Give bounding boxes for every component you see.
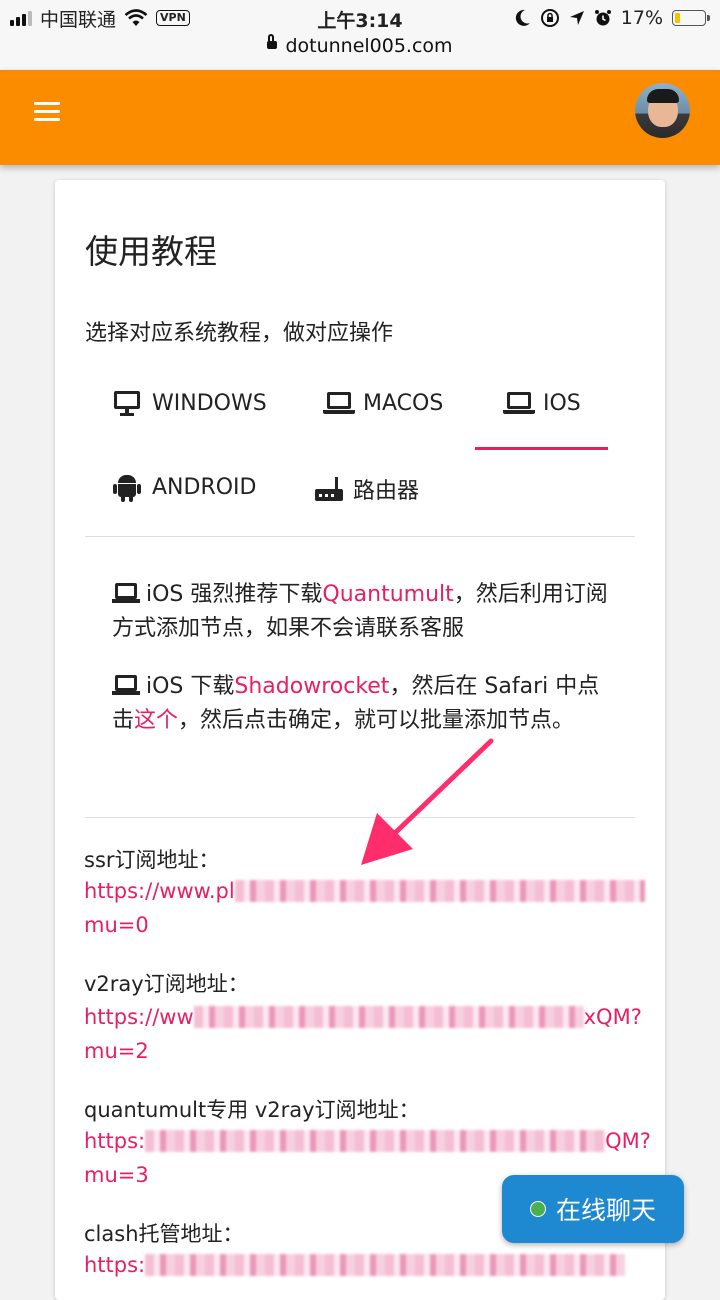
ssr-sub-url[interactable]: https://www.pl mu=0 bbox=[84, 874, 664, 942]
divider bbox=[85, 536, 635, 537]
laptop-icon bbox=[112, 582, 142, 604]
v2ray-sub-label: v2ray订阅地址： bbox=[84, 972, 249, 996]
tab-label: ANDROID bbox=[152, 474, 257, 500]
moon-icon bbox=[515, 9, 530, 26]
router-icon bbox=[313, 475, 347, 503]
tab-label: WINDOWS bbox=[152, 390, 267, 416]
tab-router[interactable]: 路由器 bbox=[313, 473, 419, 505]
clash-sub-url[interactable]: https: bbox=[84, 1248, 664, 1282]
url-text: dotunnel005.com bbox=[285, 35, 453, 57]
avatar[interactable] bbox=[635, 83, 690, 138]
divider bbox=[85, 817, 635, 818]
battery-icon bbox=[672, 10, 710, 26]
clash-sub-label: clash托管地址： bbox=[84, 1222, 244, 1246]
chat-label: 在线聊天 bbox=[555, 1196, 656, 1225]
app-bar bbox=[0, 70, 720, 165]
ios-instruction-2: iOS 下载Shadowrocket，然后在 Safari 中点击这个，然后点击… bbox=[112, 674, 600, 733]
tab-label: MACOS bbox=[363, 390, 444, 416]
page-title: 使用教程 bbox=[85, 232, 217, 271]
tab-windows[interactable]: WINDOWS bbox=[112, 389, 267, 417]
live-chat-button[interactable]: 在线聊天 bbox=[502, 1175, 684, 1243]
location-icon bbox=[569, 11, 584, 25]
redacted-text bbox=[145, 1130, 606, 1152]
active-tab-indicator bbox=[475, 447, 608, 450]
batch-add-link[interactable]: 这个 bbox=[134, 708, 178, 733]
tab-macos[interactable]: MACOS bbox=[323, 389, 443, 417]
laptop-icon bbox=[503, 389, 537, 417]
redacted-text bbox=[145, 1254, 626, 1276]
status-right: 17% bbox=[515, 6, 710, 30]
ssr-sub-label: ssr订阅地址： bbox=[84, 848, 220, 872]
android-icon bbox=[112, 473, 146, 502]
v2ray-sub-url[interactable]: https://ww xQM? mu=2 bbox=[84, 1000, 664, 1068]
online-status-icon bbox=[529, 1201, 546, 1217]
orientation-lock-icon bbox=[540, 9, 559, 27]
tab-label: IOS bbox=[543, 390, 581, 416]
redacted-text bbox=[193, 1006, 584, 1028]
status-bar: 中国联通 VPN 上午3:14 17% dotunnel005.com bbox=[0, 0, 720, 70]
shadowrocket-link[interactable]: Shadowrocket bbox=[234, 674, 389, 699]
tab-label: 路由器 bbox=[353, 479, 420, 504]
quantumult-sub-label: quantumult专用 v2ray订阅地址： bbox=[84, 1098, 420, 1122]
laptop-icon bbox=[112, 674, 142, 696]
ios-instruction-1: iOS 强烈推荐下载Quantumult，然后利用订阅方式添加节点，如果不会请联… bbox=[112, 582, 608, 641]
url-bar[interactable]: dotunnel005.com bbox=[0, 33, 720, 57]
tab-android[interactable]: ANDROID bbox=[112, 473, 257, 502]
quantumult-link[interactable]: Quantumult bbox=[322, 582, 453, 607]
battery-percent: 17% bbox=[620, 7, 663, 29]
alarm-icon bbox=[594, 10, 611, 26]
menu-icon[interactable] bbox=[34, 102, 62, 122]
redacted-text bbox=[234, 880, 645, 902]
lock-icon bbox=[267, 33, 278, 49]
monitor-icon bbox=[112, 389, 146, 417]
tutorial-card: 使用教程 选择对应系统教程，做对应操作 WINDOWS MACOS IOS AN… bbox=[55, 180, 665, 1300]
page-subtitle: 选择对应系统教程，做对应操作 bbox=[85, 321, 394, 346]
tab-ios[interactable]: IOS bbox=[503, 389, 581, 417]
laptop-icon bbox=[323, 389, 357, 417]
